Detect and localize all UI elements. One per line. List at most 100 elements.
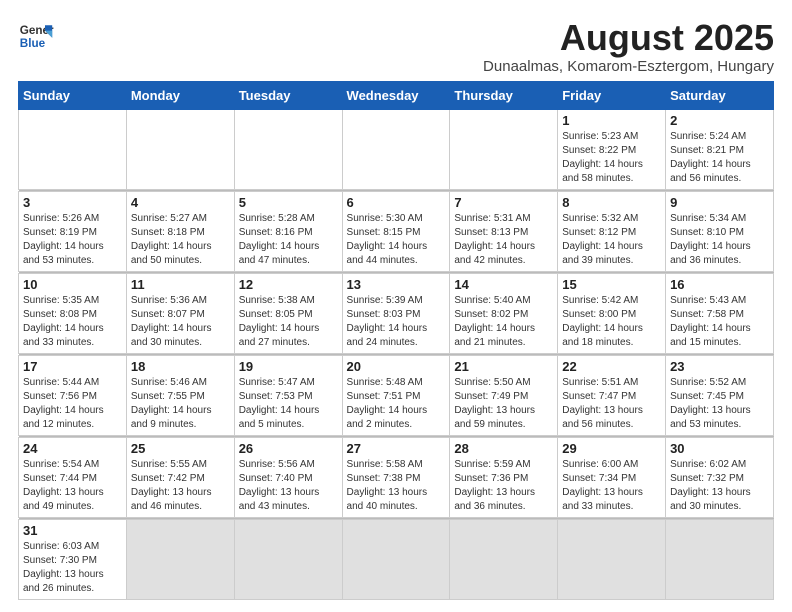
day-number: 7 (454, 195, 553, 210)
day-info: Sunrise: 5:26 AM Sunset: 8:19 PM Dayligh… (23, 212, 122, 268)
table-row: 11 Sunrise: 5:36 AM Sunset: 8:07 PM Dayli… (126, 273, 234, 353)
day-number: 30 (670, 441, 769, 456)
day-info: Sunrise: 5:32 AM Sunset: 8:12 PM Dayligh… (562, 212, 661, 268)
table-row: 30 Sunrise: 6:02 AM Sunset: 7:32 PM Dayli… (666, 437, 774, 517)
day-info: Sunrise: 5:55 AM Sunset: 7:42 PM Dayligh… (131, 458, 230, 514)
day-number: 1 (562, 113, 661, 128)
header: General Blue August 2025 Dunaalmas, Koma… (18, 18, 774, 75)
day-info: Sunrise: 5:58 AM Sunset: 7:38 PM Dayligh… (347, 458, 446, 514)
day-info: Sunrise: 5:30 AM Sunset: 8:15 PM Dayligh… (347, 212, 446, 268)
table-row: 22Sunrise: 5:51 AM Sunset: 7:47 PM Dayli… (558, 355, 666, 435)
day-info: Sunrise: 5:36 AM Sunset: 8:07 PM Dayligh… (131, 294, 230, 350)
day-number: 13 (347, 277, 446, 292)
table-row: 31 Sunrise: 6:03 AM Sunset: 7:30 PM Dayli… (19, 519, 127, 599)
table-row: 17 Sunrise: 5:44 AM Sunset: 7:56 PM Dayli… (19, 355, 127, 435)
day-info: Sunrise: 5:35 AM Sunset: 8:08 PM Dayligh… (23, 294, 122, 350)
table-row: 29 Sunrise: 6:00 AM Sunset: 7:34 PM Dayli… (558, 437, 666, 517)
table-row: 5Sunrise: 5:28 AM Sunset: 8:16 PM Daylig… (234, 191, 342, 271)
table-row: 1Sunrise: 5:23 AM Sunset: 8:22 PM Daylig… (558, 109, 666, 189)
table-row: 4 Sunrise: 5:27 AM Sunset: 8:18 PM Daylig… (126, 191, 234, 271)
calendar: Sunday Monday Tuesday Wednesday Thursday… (18, 81, 774, 600)
header-saturday: Saturday (666, 81, 774, 109)
day-number: 4 (131, 195, 230, 210)
table-row (666, 519, 774, 599)
table-row: 25 Sunrise: 5:55 AM Sunset: 7:42 PM Dayli… (126, 437, 234, 517)
table-row: 13 Sunrise: 5:39 AM Sunset: 8:03 PM Dayli… (342, 273, 450, 353)
day-number: 20 (347, 359, 446, 374)
day-number: 12 (239, 277, 338, 292)
day-info: Sunrise: 5:44 AM Sunset: 7:56 PM Dayligh… (23, 376, 122, 432)
day-number: 10 (23, 277, 122, 292)
day-number: 22 (562, 359, 661, 374)
day-info: Sunrise: 5:50 AM Sunset: 7:49 PM Dayligh… (454, 376, 553, 432)
table-row: 2 Sunrise: 5:24 AM Sunset: 8:21 PM Daylig… (666, 109, 774, 189)
day-info: Sunrise: 5:48 AM Sunset: 7:51 PM Dayligh… (347, 376, 446, 432)
day-info: Sunrise: 5:31 AM Sunset: 8:13 PM Dayligh… (454, 212, 553, 268)
header-friday: Friday (558, 81, 666, 109)
table-row: 21 Sunrise: 5:50 AM Sunset: 7:49 PM Dayli… (450, 355, 558, 435)
calendar-week-row: 10 Sunrise: 5:35 AM Sunset: 8:08 PM Dayli… (19, 273, 774, 353)
day-info: Sunrise: 5:46 AM Sunset: 7:55 PM Dayligh… (131, 376, 230, 432)
day-number: 18 (131, 359, 230, 374)
table-row (450, 109, 558, 189)
day-info: Sunrise: 5:56 AM Sunset: 7:40 PM Dayligh… (239, 458, 338, 514)
table-row (450, 519, 558, 599)
day-info: Sunrise: 6:03 AM Sunset: 7:30 PM Dayligh… (23, 540, 122, 596)
calendar-week-row: 31 Sunrise: 6:03 AM Sunset: 7:30 PM Dayli… (19, 519, 774, 599)
day-info: Sunrise: 5:42 AM Sunset: 8:00 PM Dayligh… (562, 294, 661, 350)
day-info: Sunrise: 5:59 AM Sunset: 7:36 PM Dayligh… (454, 458, 553, 514)
table-row (126, 109, 234, 189)
day-number: 9 (670, 195, 769, 210)
table-row: 27 Sunrise: 5:58 AM Sunset: 7:38 PM Dayli… (342, 437, 450, 517)
table-row: 3Sunrise: 5:26 AM Sunset: 8:19 PM Daylig… (19, 191, 127, 271)
day-number: 19 (239, 359, 338, 374)
calendar-week-row: 1Sunrise: 5:23 AM Sunset: 8:22 PM Daylig… (19, 109, 774, 189)
table-row: 18 Sunrise: 5:46 AM Sunset: 7:55 PM Dayli… (126, 355, 234, 435)
day-number: 15 (562, 277, 661, 292)
table-row: 28Sunrise: 5:59 AM Sunset: 7:36 PM Dayli… (450, 437, 558, 517)
day-number: 21 (454, 359, 553, 374)
table-row: 7 Sunrise: 5:31 AM Sunset: 8:13 PM Daylig… (450, 191, 558, 271)
day-info: Sunrise: 5:47 AM Sunset: 7:53 PM Dayligh… (239, 376, 338, 432)
table-row (234, 109, 342, 189)
day-info: Sunrise: 5:52 AM Sunset: 7:45 PM Dayligh… (670, 376, 769, 432)
day-info: Sunrise: 6:02 AM Sunset: 7:32 PM Dayligh… (670, 458, 769, 514)
day-number: 11 (131, 277, 230, 292)
day-info: Sunrise: 5:34 AM Sunset: 8:10 PM Dayligh… (670, 212, 769, 268)
table-row: 20 Sunrise: 5:48 AM Sunset: 7:51 PM Dayli… (342, 355, 450, 435)
title-area: August 2025 Dunaalmas, Komarom-Esztergom… (483, 18, 774, 75)
day-info: Sunrise: 5:24 AM Sunset: 8:21 PM Dayligh… (670, 130, 769, 186)
day-info: Sunrise: 5:39 AM Sunset: 8:03 PM Dayligh… (347, 294, 446, 350)
table-row (558, 519, 666, 599)
header-tuesday: Tuesday (234, 81, 342, 109)
table-row: 9 Sunrise: 5:34 AM Sunset: 8:10 PM Daylig… (666, 191, 774, 271)
day-number: 29 (562, 441, 661, 456)
table-row: 24Sunrise: 5:54 AM Sunset: 7:44 PM Dayli… (19, 437, 127, 517)
day-number: 27 (347, 441, 446, 456)
day-number: 16 (670, 277, 769, 292)
table-row: 16Sunrise: 5:43 AM Sunset: 7:58 PM Dayli… (666, 273, 774, 353)
day-number: 25 (131, 441, 230, 456)
table-row (234, 519, 342, 599)
day-number: 8 (562, 195, 661, 210)
table-row: 23 Sunrise: 5:52 AM Sunset: 7:45 PM Dayli… (666, 355, 774, 435)
table-row (19, 109, 127, 189)
day-number: 24 (23, 441, 122, 456)
day-number: 23 (670, 359, 769, 374)
header-sunday: Sunday (19, 81, 127, 109)
day-info: Sunrise: 5:38 AM Sunset: 8:05 PM Dayligh… (239, 294, 338, 350)
table-row (126, 519, 234, 599)
day-number: 31 (23, 523, 122, 538)
svg-text:Blue: Blue (20, 37, 46, 50)
table-row (342, 519, 450, 599)
header-thursday: Thursday (450, 81, 558, 109)
day-number: 14 (454, 277, 553, 292)
table-row: 19 Sunrise: 5:47 AM Sunset: 7:53 PM Dayli… (234, 355, 342, 435)
day-info: Sunrise: 6:00 AM Sunset: 7:34 PM Dayligh… (562, 458, 661, 514)
day-info: Sunrise: 5:27 AM Sunset: 8:18 PM Dayligh… (131, 212, 230, 268)
logo: General Blue (18, 18, 54, 54)
header-wednesday: Wednesday (342, 81, 450, 109)
table-row: 26Sunrise: 5:56 AM Sunset: 7:40 PM Dayli… (234, 437, 342, 517)
day-number: 17 (23, 359, 122, 374)
day-number: 2 (670, 113, 769, 128)
